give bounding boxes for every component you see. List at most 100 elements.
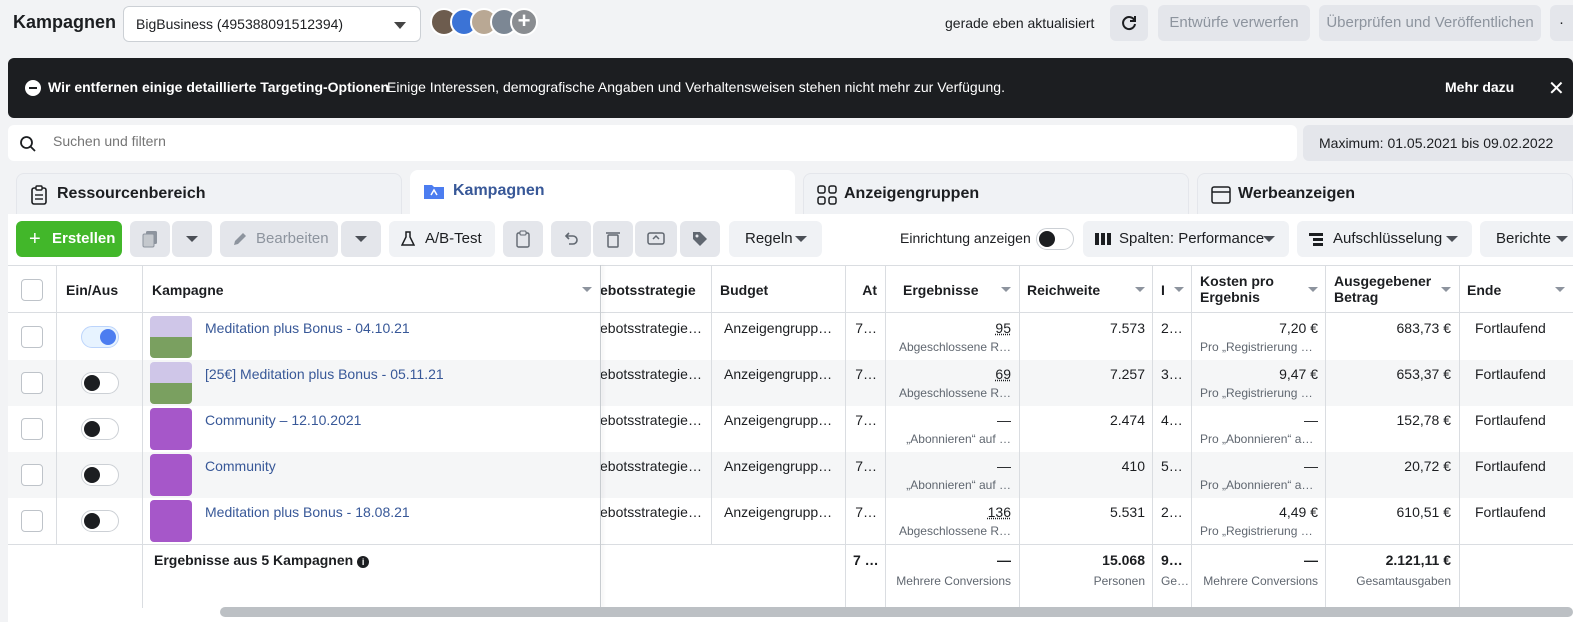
clipboard-button[interactable] (503, 221, 543, 257)
info-icon[interactable]: i (357, 556, 370, 568)
undo-button[interactable] (551, 221, 591, 257)
row-checkbox[interactable] (21, 326, 43, 348)
account-name: BigBusiness (495388091512394) (136, 16, 344, 32)
refresh-button[interactable] (1110, 5, 1148, 41)
preview-icon (647, 232, 665, 245)
date-range-picker[interactable]: Maximum: 01.05.2021 bis 09.02.2022 (1303, 125, 1573, 161)
sort-icon[interactable] (1135, 287, 1145, 292)
tab-ads[interactable]: Werbeanzeigen (1197, 173, 1573, 215)
totals-attribution: 7 … (853, 552, 879, 568)
col-header-reach[interactable]: Reichweite (1019, 266, 1153, 314)
cost-cell: 7,20 € Pro „Registrierung … (1200, 320, 1318, 354)
end-cell: Fortlaufend (1475, 320, 1546, 336)
end-cell: Fortlaufend (1475, 366, 1546, 382)
tab-campaigns[interactable]: Kampagnen (410, 170, 795, 216)
delete-button[interactable] (593, 221, 633, 257)
sort-icon[interactable] (1174, 287, 1184, 292)
reports-button[interactable]: Berichte (1480, 221, 1573, 257)
sort-icon[interactable] (1441, 287, 1451, 292)
budget-cell: Anzeigengrupp… (724, 320, 833, 336)
campaign-name-link[interactable]: Community (205, 458, 276, 474)
chevron-down-icon (186, 236, 198, 242)
row-checkbox[interactable] (21, 372, 43, 394)
row-checkbox[interactable] (21, 418, 43, 440)
impressions-cell: 3… (1161, 366, 1183, 382)
row-checkbox[interactable] (21, 510, 43, 532)
attribution-cell: 7… (855, 412, 877, 428)
notification-banner: Wir entfernen einige detaillierte Target… (8, 58, 1573, 118)
campaign-name-link[interactable]: Meditation plus Bonus - 18.08.21 (205, 504, 410, 520)
cost-cell: — Pro „Abonnieren“ a… (1200, 412, 1318, 446)
table-row[interactable]: Community – 12.10.2021 ebotsstrategie… A… (8, 406, 1573, 452)
campaign-toggle[interactable] (81, 464, 119, 486)
col-header-campaign[interactable]: Kampagne (144, 266, 600, 314)
campaign-name-link[interactable]: Meditation plus Bonus - 04.10.21 (205, 320, 410, 336)
totals-spent: 2.121,11 € Gesamtausgaben (1356, 552, 1451, 588)
col-header-impressions[interactable]: I (1153, 266, 1192, 314)
ad-preview-button[interactable] (635, 221, 677, 257)
campaign-toggle[interactable] (81, 372, 119, 394)
col-header-attribution[interactable]: At (845, 266, 885, 314)
attribution-cell: 7… (855, 320, 877, 336)
sort-icon[interactable] (1308, 287, 1318, 292)
col-header-amount-spent[interactable]: Ausgegebener Betrag (1326, 266, 1459, 314)
duplicate-button[interactable] (130, 221, 170, 257)
sort-icon[interactable] (1001, 287, 1011, 292)
row-checkbox[interactable] (21, 464, 43, 486)
results-cell: 69 Abgeschlossene R… (898, 366, 1011, 400)
campaign-name-link[interactable]: Community – 12.10.2021 (205, 412, 361, 428)
learn-more-link[interactable]: Mehr dazu (1445, 79, 1514, 95)
tab-adsets[interactable]: Anzeigengruppen (803, 173, 1189, 215)
chevron-down-icon (1556, 236, 1568, 242)
search-input[interactable] (53, 133, 753, 149)
impressions-cell: 5… (1161, 458, 1183, 474)
add-collaborator-icon[interactable]: + (510, 8, 538, 36)
breakdown-button[interactable]: Aufschlüsselung (1297, 221, 1472, 257)
tag-button[interactable] (680, 221, 720, 257)
tab-label: Anzeigengruppen (844, 185, 980, 202)
chevron-down-icon (795, 236, 807, 242)
budget-cell: Anzeigengrupp… (724, 458, 833, 474)
sort-icon[interactable] (1555, 287, 1565, 292)
bid-strategy-cell: ebotsstrategie… (600, 320, 702, 336)
col-header-budget[interactable]: Budget (712, 266, 845, 314)
close-icon[interactable]: ✕ (1548, 76, 1565, 101)
campaign-name-link[interactable]: [25€] Meditation plus Bonus - 05.11.21 (205, 366, 444, 382)
table-row[interactable]: Meditation plus Bonus - 04.10.21 ebotsst… (8, 314, 1573, 360)
sort-icon[interactable] (582, 287, 592, 292)
search-bar[interactable] (8, 125, 1297, 161)
setup-toggle[interactable] (1036, 228, 1074, 250)
clipboard-icon (31, 185, 47, 205)
col-header-results[interactable]: Ergebnisse (885, 266, 1019, 314)
tab-resources[interactable]: Ressourcenbereich (16, 173, 402, 215)
edit-button[interactable]: Bearbeiten (220, 221, 338, 257)
bid-strategy-cell: ebotsstrategie… (600, 412, 702, 428)
col-header-onoff[interactable]: Ein/Aus (58, 266, 144, 314)
attribution-cell: 7… (855, 366, 877, 382)
review-publish-button[interactable]: Überprüfen und Veröffentlichen (1319, 5, 1541, 41)
campaign-toggle[interactable] (81, 326, 119, 348)
col-header-cost-per-result[interactable]: Kosten pro Ergebnis (1192, 266, 1326, 314)
horizontal-scrollbar[interactable] (220, 607, 1573, 617)
table-row[interactable]: [25€] Meditation plus Bonus - 05.11.21 e… (8, 360, 1573, 406)
col-header-bid-strategy[interactable]: ebotsstrategie (600, 266, 711, 314)
col-header-end[interactable]: Ende (1459, 266, 1573, 314)
campaign-toggle[interactable] (81, 418, 119, 440)
columns-button[interactable]: Spalten: Performance (1083, 221, 1289, 257)
create-button[interactable]: + Erstellen (16, 221, 122, 257)
table-header: Ein/Aus Kampagne ebotsstrategie Budget A… (8, 265, 1573, 313)
discard-drafts-button[interactable]: Entwürfe verwerfen (1158, 5, 1310, 41)
rules-button[interactable]: Regeln (729, 221, 822, 257)
select-all-checkbox[interactable] (21, 279, 43, 301)
spent-cell: 610,51 € (1396, 504, 1452, 520)
ab-test-button[interactable]: A/B-Test (389, 221, 495, 257)
duplicate-dropdown[interactable] (172, 221, 212, 257)
budget-cell: Anzeigengrupp… (724, 504, 833, 520)
more-menu-button[interactable]: · (1550, 5, 1573, 41)
campaign-toggle[interactable] (81, 510, 119, 532)
table-row[interactable]: Community ebotsstrategie… Anzeigengrupp…… (8, 452, 1573, 498)
banner-text: Einige Interessen, demografische Angaben… (387, 79, 1005, 95)
account-selector[interactable]: BigBusiness (495388091512394) (123, 6, 421, 42)
edit-dropdown[interactable] (341, 221, 381, 257)
table-row[interactable]: Meditation plus Bonus - 18.08.21 ebotsst… (8, 498, 1573, 544)
